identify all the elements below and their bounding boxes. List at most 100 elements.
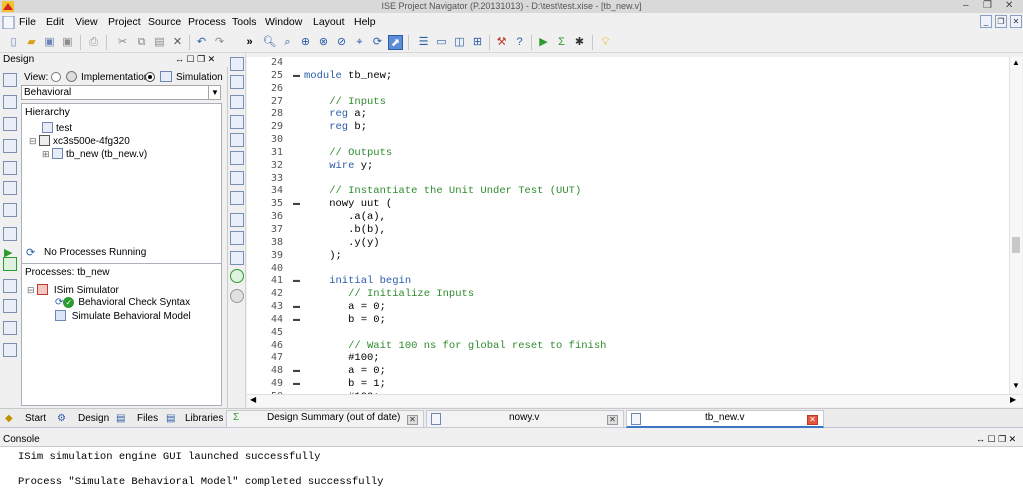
- implementation-label[interactable]: Implementation: [81, 72, 149, 83]
- new-file-icon[interactable]: ▯: [6, 35, 21, 50]
- scroll-down-icon[interactable]: ▼: [1012, 381, 1020, 390]
- next-bookmark-icon[interactable]: [230, 171, 244, 185]
- menu-view[interactable]: View: [75, 16, 98, 28]
- indent-icon[interactable]: [230, 75, 244, 89]
- zoom-out-icon[interactable]: ⌕: [280, 35, 295, 50]
- paste-icon[interactable]: ▤: [152, 35, 167, 50]
- tree-item-device[interactable]: ⊟ xc3s500e-4fg320: [29, 135, 130, 147]
- tab-libraries[interactable]: Libraries: [185, 411, 223, 428]
- console-output[interactable]: ISim simulation engine GUI launched succ…: [0, 446, 1023, 500]
- menu-layout[interactable]: Layout: [313, 16, 345, 28]
- fold-marker[interactable]: ▬: [293, 275, 303, 288]
- save-all-icon[interactable]: ▣: [60, 35, 75, 50]
- fold-marker[interactable]: [293, 108, 303, 121]
- collapse-icon[interactable]: [230, 57, 244, 71]
- open-folder-icon[interactable]: ▰: [24, 35, 39, 50]
- fold-marker[interactable]: [293, 237, 303, 250]
- outdent-icon[interactable]: [230, 95, 244, 109]
- fold-marker[interactable]: [293, 340, 303, 353]
- redo-icon[interactable]: ↷: [212, 35, 227, 50]
- fold-marker[interactable]: ▬: [293, 314, 303, 327]
- design-view-icon[interactable]: ⬈: [388, 35, 403, 50]
- fold-marker[interactable]: [293, 327, 303, 340]
- prev-bookmark-icon[interactable]: [230, 191, 244, 205]
- add-source-icon[interactable]: [3, 95, 17, 109]
- fold-marker[interactable]: [293, 147, 303, 160]
- zoom-selection-icon[interactable]: ⊘: [334, 35, 349, 50]
- uncomment-icon[interactable]: [230, 133, 244, 147]
- simulation-radio[interactable]: [145, 72, 155, 82]
- split-vertical-icon[interactable]: ◫: [452, 35, 467, 50]
- implementation-radio[interactable]: [51, 72, 61, 82]
- minimize-icon[interactable]: –: [963, 0, 969, 12]
- find-icon[interactable]: [230, 251, 244, 265]
- source-properties-icon[interactable]: [3, 181, 17, 195]
- fold-marker[interactable]: [293, 121, 303, 134]
- mdi-minimize-icon[interactable]: _: [980, 15, 992, 28]
- menu-project[interactable]: Project: [108, 16, 141, 28]
- simulation-label[interactable]: Simulation: [176, 72, 223, 83]
- tab-design-summary[interactable]: Σ Design Summary (out of date) ✕: [226, 410, 424, 428]
- mdi-close-icon[interactable]: ✕: [1010, 15, 1022, 28]
- fold-marker[interactable]: [293, 263, 303, 276]
- scroll-up-icon[interactable]: ▲: [1012, 58, 1020, 67]
- scroll-thumb[interactable]: [1012, 237, 1020, 253]
- restore-icon[interactable]: ❐: [983, 0, 992, 12]
- zoom-area-icon[interactable]: ⌖: [352, 35, 367, 50]
- fold-marker[interactable]: [293, 83, 303, 96]
- menu-edit[interactable]: Edit: [46, 16, 64, 28]
- view-mode-select[interactable]: Behavioral ▼: [21, 85, 221, 100]
- fold-marker[interactable]: [293, 352, 303, 365]
- fold-marker[interactable]: [293, 185, 303, 198]
- probe-icon[interactable]: ✱: [572, 35, 587, 50]
- chevron-down-icon[interactable]: ▼: [208, 86, 221, 99]
- wand-icon[interactable]: [230, 231, 244, 245]
- editor-horizontal-scrollbar[interactable]: ◀ ▶: [247, 394, 1022, 407]
- menu-tools[interactable]: Tools: [232, 16, 257, 28]
- open-file-icon[interactable]: [3, 203, 17, 217]
- tree-item-test[interactable]: test: [42, 122, 72, 134]
- close-icon[interactable]: ✕: [1005, 0, 1013, 12]
- bookmark-icon[interactable]: [230, 151, 244, 165]
- tab-tb-new-v[interactable]: tb_new.v ✕: [626, 410, 824, 428]
- fold-marker[interactable]: ▬: [293, 378, 303, 391]
- tree-item-check-syntax[interactable]: ⟳ ✓ Behavioral Check Syntax: [55, 297, 190, 308]
- tree-item-simulate[interactable]: Simulate Behavioral Model: [55, 310, 191, 322]
- tab-design[interactable]: Design: [78, 411, 109, 428]
- add-circle-icon[interactable]: [230, 269, 244, 283]
- close-icon[interactable]: ✕: [807, 415, 818, 425]
- fold-marker[interactable]: [293, 134, 303, 147]
- new-source-icon[interactable]: [3, 73, 17, 87]
- menu-window[interactable]: Window: [265, 16, 302, 28]
- zoom-in-icon[interactable]: 🔍︎: [262, 35, 277, 50]
- console-window-controls[interactable]: ↔ ☐ ❐ ✕: [976, 434, 1016, 445]
- run-process-icon[interactable]: [3, 257, 17, 271]
- copy-icon[interactable]: ⧉: [134, 35, 149, 50]
- fold-marker[interactable]: [293, 57, 303, 70]
- cut-icon[interactable]: ✂: [115, 35, 130, 50]
- fold-marker[interactable]: ▬: [293, 365, 303, 378]
- fold-marker[interactable]: [293, 96, 303, 109]
- mdi-restore-icon[interactable]: ❐: [995, 15, 1007, 28]
- remove-circle-icon[interactable]: [230, 289, 244, 303]
- scroll-left-icon[interactable]: ◀: [250, 395, 256, 404]
- tab-nowy-v[interactable]: nowy.v ✕: [426, 410, 624, 428]
- print-icon[interactable]: ⎙: [86, 35, 101, 50]
- hierarchy-view-icon[interactable]: ☰: [416, 35, 431, 50]
- tab-start[interactable]: Start: [25, 411, 46, 428]
- close-icon[interactable]: ✕: [607, 415, 618, 425]
- tab-files[interactable]: Files: [137, 411, 158, 428]
- run-icon[interactable]: ▶: [536, 35, 551, 50]
- code-editor[interactable]: 24 25 26 27 28 29 30 31 32 33 34 35 36 37 38 39 40 41 42 43…: [247, 57, 1019, 403]
- menu-help[interactable]: Help: [354, 16, 376, 28]
- refresh-icon[interactable]: ⟳: [370, 35, 385, 50]
- fold-marker[interactable]: ▬: [293, 198, 303, 211]
- tree-item-tb-new[interactable]: ⊞ tb_new (tb_new.v): [42, 148, 147, 160]
- code-text[interactable]: module tb_new; // Inputs reg a; reg b; /…: [304, 57, 606, 404]
- panel-window-controls[interactable]: ↔ ☐ ❐ ✕: [175, 54, 215, 65]
- fold-marker[interactable]: [293, 288, 303, 301]
- sigma-icon[interactable]: Σ: [554, 35, 569, 50]
- menu-process[interactable]: Process: [188, 16, 226, 28]
- expand-all-icon[interactable]: [3, 227, 17, 241]
- fold-marker[interactable]: [293, 250, 303, 263]
